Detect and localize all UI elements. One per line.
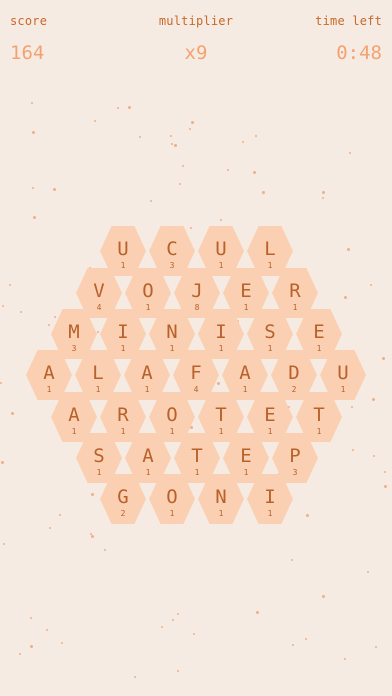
tile-letter: F (190, 362, 202, 384)
hex-letter-board: U1C3U1L1V4O1J8E1R1M3I1N1I1S1E1A1L1A1F4A1… (0, 0, 392, 696)
tile-points: 2 (120, 509, 126, 518)
tile-letter: R (289, 280, 301, 302)
tile-letter: S (264, 321, 276, 343)
tile-letter: A (141, 362, 153, 384)
tile-letter: O (166, 404, 178, 426)
tile-points: 1 (267, 509, 273, 518)
tile-letter: I (117, 321, 129, 343)
tile-points: 1 (218, 509, 224, 518)
tile-letter: E (240, 445, 252, 467)
tile-letter: U (215, 238, 227, 260)
tile-letter: E (313, 321, 325, 343)
tile-letter: M (68, 321, 80, 343)
tile-letter: O (142, 280, 154, 302)
tile-letter: U (117, 238, 129, 260)
tile-letter: I (215, 321, 227, 343)
tile-letter: L (92, 362, 104, 384)
tile-letter: J (191, 280, 203, 302)
tile-letter: N (215, 486, 227, 508)
tile-letter: L (264, 238, 276, 260)
tile-letter: A (43, 362, 55, 384)
tile-letter: T (215, 404, 227, 426)
tile-points: 1 (169, 509, 175, 518)
tile-letter: A (68, 404, 80, 426)
tile-letter: A (142, 445, 154, 467)
tile-letter: S (93, 445, 105, 467)
tile-letter: A (239, 362, 251, 384)
tile-letter: U (337, 362, 349, 384)
tile-letter: I (264, 486, 276, 508)
tile-letter: R (117, 404, 129, 426)
tile-letter: N (166, 321, 178, 343)
tile-letter: O (166, 486, 178, 508)
tile-letter: E (264, 404, 276, 426)
tile-letter: G (117, 486, 129, 508)
tile-letter: C (166, 238, 178, 260)
tile-letter: P (289, 445, 301, 467)
tile-letter: T (191, 445, 203, 467)
tile-letter: V (93, 280, 105, 302)
tile-letter: D (288, 362, 300, 384)
tile-letter: T (313, 404, 325, 426)
tile-letter: E (240, 280, 252, 302)
